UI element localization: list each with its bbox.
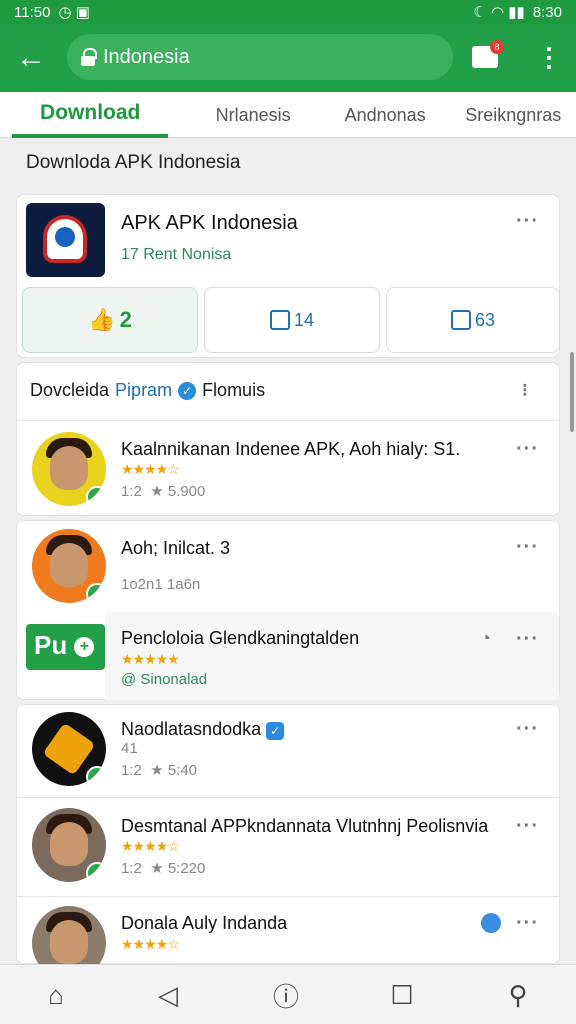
rating-stars: ★★★★★ [121, 651, 180, 667]
avatar[interactable]: ✓ [32, 712, 106, 786]
app-logo [26, 203, 105, 277]
item-more-icon[interactable]: ··· [516, 718, 539, 741]
app-title: APK APK Indonesia [121, 212, 298, 234]
notification-badge: 8 [490, 40, 504, 54]
shield-icon [43, 215, 87, 263]
divider [16, 896, 560, 897]
item-more-icon[interactable]: ··· [516, 628, 539, 651]
info-icon[interactable]: ⓘ [270, 979, 302, 1012]
share-button[interactable]: 14 [204, 287, 380, 353]
tab-andnonas[interactable]: Andnonas [328, 92, 443, 138]
rating-stars: ★★★★☆ [121, 936, 180, 952]
item-meta: 1:2 ★ 5.900 [121, 483, 206, 500]
divider [16, 420, 560, 421]
item-title[interactable]: Desmtanal APPkndannata Vlutnhnj Peolisnv… [121, 816, 488, 837]
status-time: 11:50 [14, 3, 51, 21]
verified-check-icon: ✓ [86, 486, 106, 506]
sort-icon[interactable]: ⁝ [522, 380, 529, 401]
signal-icon: ☾ ◠ ▮▮ [473, 4, 525, 21]
more-menu-icon[interactable]: ⋮ [536, 42, 562, 74]
status-icon: ◷ ▣ [58, 4, 90, 21]
verified-check-icon: ✓ [86, 862, 106, 882]
item-title[interactable]: Kaalnnikanan Indenee APK, Aoh hialy: S1. [121, 439, 460, 460]
item-more-icon[interactable]: ··· [516, 438, 539, 461]
back-icon[interactable]: ◁ [152, 979, 184, 1011]
item-sub: 41 [121, 740, 138, 757]
item-meta: 1o2n1 1a6n [121, 576, 201, 593]
thumbs-up-icon: 👍 [88, 307, 116, 332]
item-meta: @ Sinonalad [121, 671, 208, 688]
verified-icon: ✓ [266, 722, 285, 740]
verified-icon: ✓ [178, 381, 197, 400]
avatar[interactable]: ✓ [32, 432, 106, 506]
item-meta: 1:2 ★ 5:40 [121, 762, 198, 779]
more-icon[interactable]: ··· [516, 210, 539, 233]
item-meta: 1:2 ★ 5:220 [121, 860, 206, 877]
item-title[interactable]: Donala Auly Indanda [121, 913, 287, 934]
bottom-nav: ⌂ ◁ ⓘ ☐ ⚲ [0, 964, 576, 1024]
app-logo[interactable]: Pu + [26, 624, 105, 670]
plus-icon: + [74, 637, 95, 658]
item-more-icon[interactable]: ··· [516, 815, 539, 838]
rocket-icon [42, 722, 96, 776]
status-clock: 8:30 [532, 3, 562, 21]
url-bar[interactable]: Indonesia [67, 34, 453, 80]
lock-icon [81, 48, 97, 66]
tab-nrlanesis[interactable]: Nrlanesis [178, 92, 327, 138]
item-title[interactable]: Naodlatasndodka ✓ [121, 719, 285, 740]
verified-check-icon: ✓ [86, 766, 106, 786]
like-button[interactable]: 👍 2 [22, 287, 198, 353]
verified-icon [481, 913, 501, 933]
profile-icon[interactable]: ⚲ [502, 979, 534, 1011]
browser-toolbar: ← Indonesia 8 ⋮ [0, 24, 576, 92]
download-icon[interactable]: ◔ [480, 628, 491, 649]
item-more-icon[interactable]: ··· [516, 536, 539, 559]
home-icon[interactable]: ⌂ [40, 979, 72, 1011]
section-title: Downloda APK Indonesia [26, 152, 241, 173]
verified-check-icon: ✓ [86, 583, 106, 603]
notification-button[interactable]: 8 [472, 40, 504, 70]
url-text: Indonesia [103, 45, 190, 68]
rating-stars: ★★★★☆ [121, 838, 180, 854]
item-title[interactable]: Pencloloia Glendkaningtalden [121, 628, 359, 649]
list-header: Dovcleida Pipram ✓ Flomuis [30, 380, 266, 400]
back-arrow-icon[interactable]: ← [0, 24, 62, 92]
tab-sreikngnras[interactable]: Sreikngnras [450, 92, 576, 138]
divider [16, 797, 560, 798]
share-icon [269, 310, 290, 330]
external-icon [450, 310, 471, 330]
item-more-icon[interactable]: ··· [516, 912, 539, 935]
scrollbar[interactable] [570, 352, 574, 432]
avatar[interactable]: ✓ [32, 808, 106, 882]
avatar[interactable]: ✓ [32, 529, 106, 603]
tab-bar: Download Nrlanesis Andnonas Sreikngnras [0, 92, 576, 138]
rating-stars: ★★★★☆ [121, 461, 180, 477]
app-subtitle: 17 Rent Nonisa [121, 246, 232, 263]
open-button[interactable]: 63 [386, 287, 560, 353]
status-bar: 11:50 ◷ ▣ ☾ ◠ ▮▮ 8:30 [0, 0, 576, 24]
recents-icon[interactable]: ☐ [386, 979, 418, 1011]
tab-download[interactable]: Download [12, 92, 169, 138]
item-title[interactable]: Aoh; Inilcat. 3 [121, 538, 230, 559]
